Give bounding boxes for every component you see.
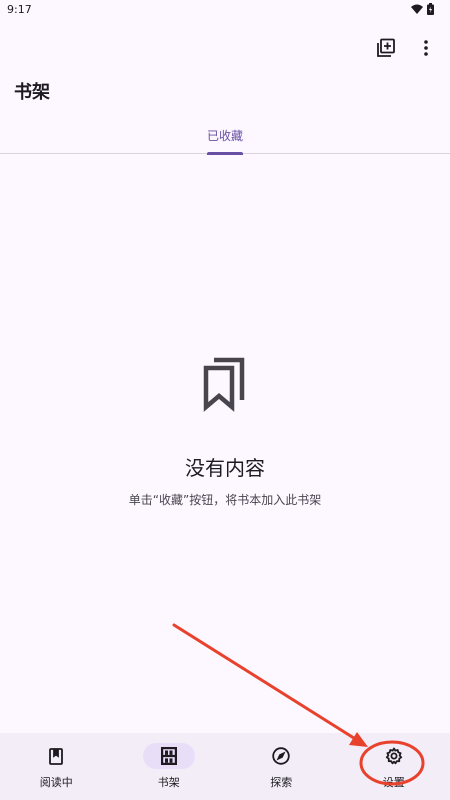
- tab-indicator: [207, 152, 243, 155]
- library-add-icon: [377, 38, 395, 57]
- nav-item-explore[interactable]: 探索: [225, 733, 338, 800]
- empty-state-title: 没有内容: [185, 456, 265, 480]
- tab-favorites[interactable]: 已收藏: [200, 120, 250, 155]
- nav-pill: [30, 743, 82, 769]
- book-icon: [49, 747, 64, 765]
- gear-icon: [385, 747, 402, 765]
- annotation-arrow: [172, 623, 368, 747]
- nav-label-settings: 设置: [382, 776, 405, 789]
- top-actions: [374, 36, 438, 60]
- wifi-icon: [411, 4, 423, 14]
- tab-bar: 已收藏: [0, 120, 450, 155]
- nav-pill: [368, 743, 420, 769]
- nav-label-reading: 阅读中: [39, 776, 73, 789]
- status-bar: 9:17: [0, 0, 450, 22]
- nav-label-bookshelf: 书架: [157, 776, 180, 789]
- bookmarks-icon: [203, 357, 245, 412]
- tab-label: 已收藏: [206, 129, 243, 143]
- empty-state-description: 单击“收藏”按钮，将书本加入此书架: [128, 493, 322, 507]
- battery-icon: [427, 3, 434, 15]
- nav-label-explore: 探索: [270, 776, 293, 789]
- nav-item-settings[interactable]: 设置: [338, 733, 450, 800]
- bookshelf-icon: [160, 747, 177, 765]
- status-time: 9:17: [7, 3, 32, 16]
- compass-icon: [272, 747, 290, 765]
- screen: 9:17 书架 已收藏 没有内容 单击“收藏”按钮，将书本加入此书架 阅读中 书…: [0, 0, 450, 800]
- nav-pill-active: [142, 743, 195, 769]
- more-vert-icon: [424, 40, 428, 56]
- nav-pill: [255, 743, 307, 769]
- more-options-button[interactable]: [414, 36, 438, 60]
- nav-item-bookshelf[interactable]: 书架: [113, 733, 226, 800]
- add-library-button[interactable]: [374, 36, 398, 60]
- nav-item-reading[interactable]: 阅读中: [0, 733, 113, 800]
- page-title: 书架: [14, 82, 50, 103]
- status-icons: [411, 3, 434, 15]
- bottom-navigation: 阅读中 书架 探索 设置: [0, 733, 450, 800]
